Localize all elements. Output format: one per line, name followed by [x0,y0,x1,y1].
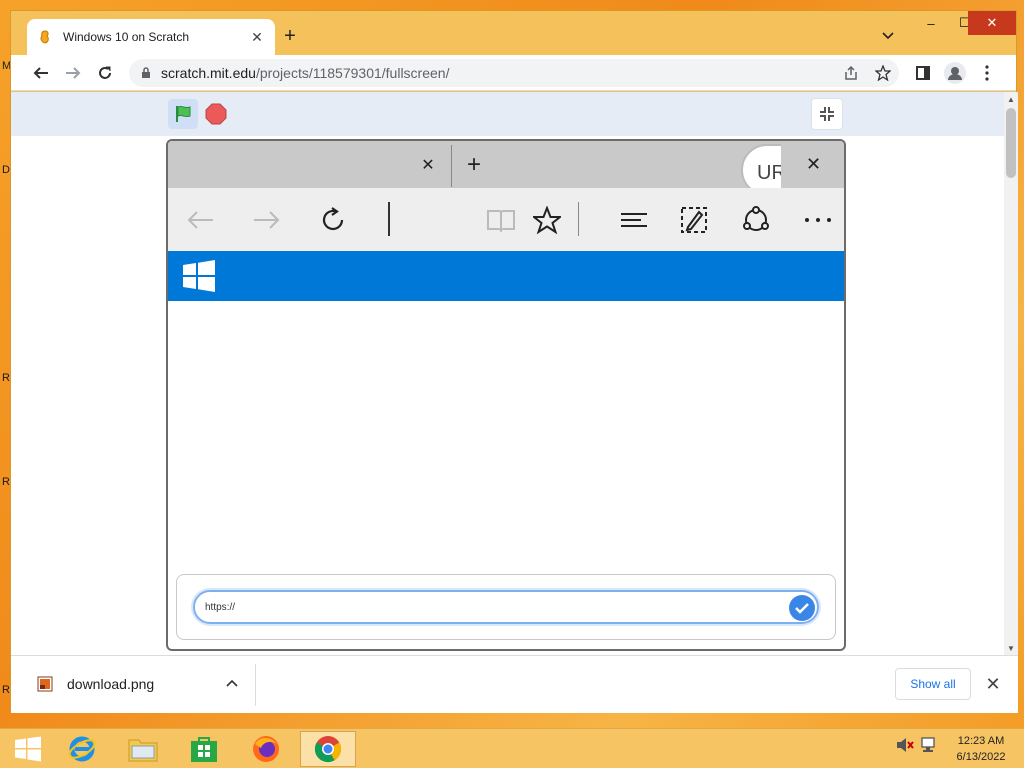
volume-muted-icon[interactable] [896,737,914,753]
sim-forward-icon[interactable] [251,204,283,236]
chevron-down-icon[interactable] [877,25,899,47]
downloads-bar: download.png Show all ✕ [11,655,1018,713]
internet-explorer-icon[interactable] [54,731,110,767]
clock-date: 6/13/2022 [956,751,1006,763]
side-panel-icon[interactable] [911,61,935,85]
sim-url-panel: https:// [176,574,836,640]
url-host: scratch.mit.edu [161,65,256,81]
sim-close-button[interactable]: ✕ [781,141,844,188]
bookmark-star-icon[interactable] [871,61,895,85]
profile-avatar-icon[interactable] [943,61,967,85]
chevron-up-icon[interactable] [223,674,241,692]
close-downloads-icon[interactable]: ✕ [981,672,1005,696]
sim-share-icon[interactable] [740,204,772,236]
start-button[interactable] [0,731,56,767]
check-icon[interactable] [789,595,815,621]
scratch-cat-icon [37,29,53,45]
reload-icon[interactable] [93,61,117,85]
page-scrollbar[interactable]: ▲ ▼ [1004,92,1018,655]
back-icon[interactable] [29,61,53,85]
collapse-icon [820,107,834,121]
address-bar[interactable]: scratch.mit.edu /projects/118579301/full… [129,59,899,87]
scroll-thumb[interactable] [1006,108,1016,178]
taskbar-clock[interactable]: 12:23 AM 6/13/2022 [950,733,1012,765]
more-menu-icon[interactable] [975,61,999,85]
image-file-icon [37,676,53,692]
close-tab-icon[interactable]: ✕ [249,29,265,45]
firefox-icon[interactable] [238,731,294,767]
exit-fullscreen-button[interactable] [811,98,843,130]
divider [255,664,256,706]
forward-icon[interactable] [61,61,85,85]
store-icon[interactable] [176,731,232,767]
green-flag-button[interactable] [168,99,198,129]
divider [451,145,452,187]
browser-toolbar: scratch.mit.edu /projects/118579301/full… [11,55,1016,91]
clock-time: 12:23 AM [957,735,1005,747]
network-icon[interactable] [920,737,938,753]
divider [388,202,390,236]
divider [578,202,579,236]
sim-windows-banner [168,251,844,301]
desktop-icon-label: R [2,476,10,488]
green-flag-icon [176,105,191,122]
scroll-up-icon[interactable]: ▲ [1004,92,1018,106]
scroll-down-icon[interactable]: ▼ [1004,641,1018,655]
sim-favorite-star-icon[interactable] [531,204,563,236]
url-path: /projects/118579301/fullscreen/ [255,65,450,81]
download-item[interactable]: download.png [37,670,154,698]
sim-hub-icon[interactable] [618,204,650,236]
sim-toolbar [168,188,844,251]
download-file-name: download.png [67,676,155,692]
new-tab-button[interactable]: + [279,25,301,47]
stop-sign-icon [205,103,227,125]
sim-more-icon[interactable] [802,204,834,236]
desktop-icon-label: R [2,372,10,384]
desktop-icon-label: R [2,684,10,696]
browser-window: Windows 10 on Scratch ✕ + – ☐ ✕ scratch.… [10,10,1018,713]
scratch-player-page: ✕ + UR ✕ https:// [11,92,1004,655]
minimize-button[interactable]: – [914,11,948,35]
sim-reading-view-icon[interactable] [485,204,517,236]
show-all-button[interactable]: Show all [895,668,971,700]
desktop-icon-label: D [2,164,10,176]
close-window-button[interactable]: ✕ [968,11,1016,35]
sim-url-input[interactable]: https:// [193,590,819,624]
windows-start-icon [15,736,41,762]
scratch-stage[interactable]: ✕ + UR ✕ https:// [166,139,846,651]
sim-back-icon[interactable] [184,204,216,236]
tab-strip: Windows 10 on Scratch ✕ + – ☐ ✕ [11,11,1016,55]
sim-tab-close-icon[interactable]: ✕ [418,155,438,175]
tab-title: Windows 10 on Scratch [63,30,190,44]
windows-logo-icon [183,260,215,292]
sim-refresh-icon[interactable] [318,204,350,236]
share-icon[interactable] [839,61,863,85]
chrome-icon[interactable] [300,731,356,767]
browser-tab[interactable]: Windows 10 on Scratch ✕ [27,19,275,55]
lock-icon [141,67,151,79]
sim-web-note-icon[interactable] [678,204,710,236]
sim-new-tab-button[interactable]: + [462,153,486,177]
stage-controls-bar [11,92,1004,136]
stop-button[interactable] [203,101,229,127]
taskbar: 12:23 AM 6/13/2022 [0,728,1024,768]
file-explorer-icon[interactable] [115,731,171,767]
sim-url-text: https:// [205,601,236,613]
